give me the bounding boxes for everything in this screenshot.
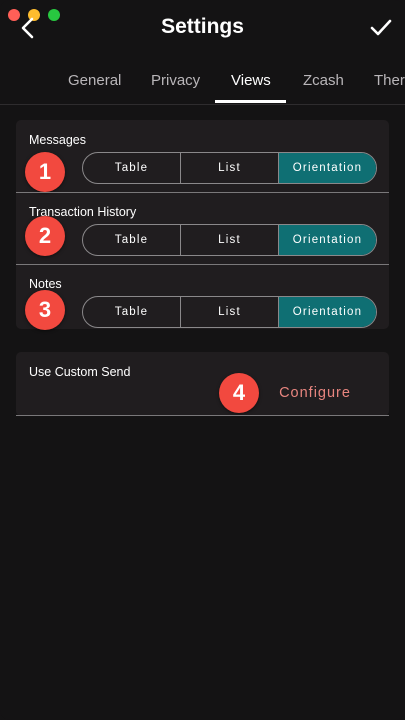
- tab-views[interactable]: Views: [231, 72, 271, 89]
- transaction-history-table-option[interactable]: Table: [83, 225, 181, 255]
- callout-badge-3: 3: [25, 290, 65, 330]
- tab-zcash[interactable]: Zcash: [303, 72, 344, 89]
- header-bar: Settings: [0, 0, 405, 56]
- tab-bar: General Privacy Views Zcash Ther: [0, 58, 405, 105]
- chevron-left-icon[interactable]: [18, 16, 38, 40]
- active-tab-indicator: [215, 100, 286, 103]
- checkmark-icon[interactable]: [369, 17, 393, 39]
- tab-theme[interactable]: Ther: [374, 72, 405, 89]
- tab-privacy[interactable]: Privacy: [151, 72, 200, 89]
- callout-badge-1: 1: [25, 152, 65, 192]
- transaction-history-list-option[interactable]: List: [181, 225, 279, 255]
- custom-send-label: Use Custom Send: [29, 365, 131, 379]
- notes-view-selector: Table List Orientation: [82, 296, 377, 328]
- tab-general[interactable]: General: [68, 72, 121, 89]
- messages-label: Messages: [29, 133, 86, 147]
- callout-badge-4: 4: [219, 373, 259, 413]
- notes-label: Notes: [29, 277, 62, 291]
- row-divider: [16, 264, 389, 265]
- transaction-history-view-selector: Table List Orientation: [82, 224, 377, 256]
- configure-button[interactable]: Configure: [256, 376, 374, 410]
- notes-orientation-option[interactable]: Orientation: [279, 297, 376, 327]
- transaction-history-orientation-option[interactable]: Orientation: [279, 225, 376, 255]
- panel-divider: [16, 415, 389, 416]
- settings-window: Settings General Privacy Views Zcash The…: [0, 0, 405, 720]
- messages-orientation-option[interactable]: Orientation: [279, 153, 376, 183]
- messages-table-option[interactable]: Table: [83, 153, 181, 183]
- callout-badge-2: 2: [25, 216, 65, 256]
- row-divider: [16, 192, 389, 193]
- messages-list-option[interactable]: List: [181, 153, 279, 183]
- notes-table-option[interactable]: Table: [83, 297, 181, 327]
- page-title: Settings: [161, 15, 244, 38]
- notes-list-option[interactable]: List: [181, 297, 279, 327]
- messages-view-selector: Table List Orientation: [82, 152, 377, 184]
